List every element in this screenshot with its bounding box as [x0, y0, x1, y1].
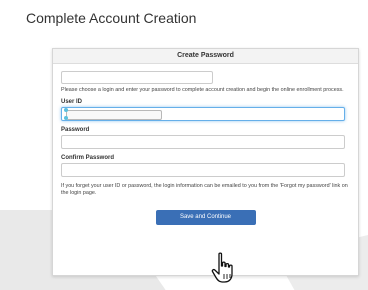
selection-handle-top[interactable]	[64, 108, 68, 112]
selection-handle-bottom[interactable]	[64, 116, 68, 120]
forgot-password-note: If you forget your user ID or password, …	[61, 183, 348, 196]
panel-header: Create Password	[53, 49, 358, 64]
password-label: Password	[61, 127, 90, 133]
hand-pointer-icon	[211, 252, 233, 283]
user-id-selection	[66, 110, 162, 120]
user-id-label: User ID	[61, 99, 83, 105]
create-password-panel: Create Password Please choose a login an…	[52, 48, 359, 276]
intro-text: Please choose a login and enter your pas…	[61, 87, 344, 93]
top-blank-field[interactable]	[61, 71, 213, 84]
password-input[interactable]	[61, 135, 345, 149]
user-id-input[interactable]	[61, 107, 345, 121]
confirm-password-input[interactable]	[61, 163, 345, 177]
confirm-password-label: Confirm Password	[61, 155, 115, 161]
page-title: Complete Account Creation	[26, 10, 197, 26]
save-and-continue-button[interactable]: Save and Continue	[155, 210, 256, 225]
button-row: Save and Continue	[61, 205, 350, 225]
panel-body: Please choose a login and enter your pas…	[53, 64, 358, 225]
